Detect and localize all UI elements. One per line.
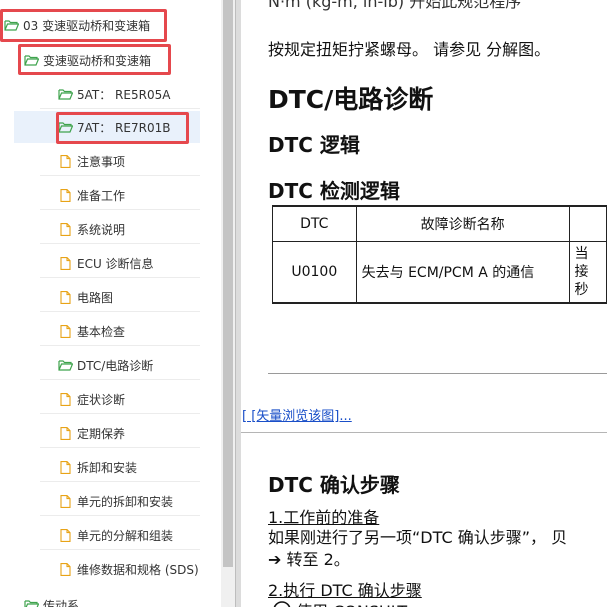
tree-item-label: 症状诊断 <box>77 392 126 407</box>
document-content: N·m (kg-m, in-lb) 开始此规范程序 按规定扭矩拧紧螺母。 请参见… <box>241 0 607 607</box>
tree-scrollbar-thumb[interactable] <box>223 0 233 567</box>
tree-item-label: 定期保养 <box>77 426 126 441</box>
tree-item-label: 变速驱动桥和变速箱 <box>43 53 152 68</box>
dtc-confirm-heading: DTC 确认步骤 <box>268 473 400 497</box>
tree-item-removal-installation[interactable]: 拆卸和安装 <box>40 452 200 482</box>
tree-item-unit-disassembly-assembly[interactable]: 单元的分解和组装 <box>40 520 200 550</box>
document-icon <box>60 324 71 338</box>
tree-item-label: 7AT： RE7R01B <box>77 120 171 135</box>
tree-item-label: 5AT： RE5R05A <box>77 87 171 102</box>
tree-item-label: 注意事项 <box>77 154 126 169</box>
tree-item-ecu-diagnosis[interactable]: ECU 诊断信息 <box>40 248 200 278</box>
navigation-tree: 03 变速驱动桥和变速箱 变速驱动桥和变速箱 5AT： RE5R05A 7AT：… <box>0 0 221 607</box>
dtc-logic-heading: DTC 逻辑 <box>268 133 360 157</box>
tree-item-preparation[interactable]: 准备工作 <box>40 180 200 210</box>
tree-item-wiring-diagram[interactable]: 电路图 <box>40 282 200 312</box>
tree-item-dtc-circuit-diagnosis[interactable]: DTC/电路诊断 <box>40 350 200 380</box>
tree-item-5at[interactable]: 5AT： RE5R05A <box>40 79 200 109</box>
folder-open-icon <box>58 88 73 100</box>
tree-item-label: ECU 诊断信息 <box>77 256 154 271</box>
table-header-condition <box>568 205 607 242</box>
folder-open-icon <box>58 359 73 371</box>
tree-item-label: 电路图 <box>77 290 114 305</box>
table-cell-condition: 当 接 秒 <box>568 241 607 304</box>
tree-item-transaxle[interactable]: 变速驱动桥和变速箱 <box>24 45 221 75</box>
document-icon <box>60 222 71 236</box>
table-header-name: 故障诊断名称 <box>355 205 570 242</box>
document-icon <box>60 188 71 202</box>
tree-item-basic-inspection[interactable]: 基本检查 <box>40 316 200 346</box>
dtc-detect-logic-heading: DTC 检测逻辑 <box>268 179 400 203</box>
tree-item-label: 拆卸和安装 <box>77 460 138 475</box>
step-2-sub-text: 使用 CONSULT <box>296 598 407 607</box>
table-cell-dtc-code: U0100 <box>272 241 357 304</box>
document-icon <box>60 426 71 440</box>
folder-open-icon <box>24 599 39 607</box>
table-cell-condition-line: 当 <box>574 246 589 262</box>
row-divider <box>40 243 200 244</box>
consult-icon <box>273 601 291 607</box>
table-cell-condition-line: 接 <box>574 264 589 280</box>
row-divider <box>40 481 200 482</box>
table-cell-condition-line: 秒 <box>574 282 589 298</box>
tree-item-label: 传动系 <box>43 598 80 607</box>
table-cell-diagnosis-name: 失去与 ECM/PCM A 的通信 <box>355 241 570 304</box>
tree-item-system-description[interactable]: 系统说明 <box>40 214 200 244</box>
tree-item-symptom-diagnosis[interactable]: 症状诊断 <box>40 384 200 414</box>
folder-open-icon <box>4 19 19 31</box>
tree-item-unit-removal-installation[interactable]: 单元的拆卸和安装 <box>40 486 200 516</box>
row-divider <box>40 413 200 414</box>
row-divider <box>40 311 200 312</box>
step-1-body: 如果刚进行了另一项“DTC 确认步骤”， 贝 <box>268 528 568 547</box>
document-icon <box>60 528 71 542</box>
tree-item-label: DTC/电路诊断 <box>77 358 154 373</box>
tree-item-service-data-specs[interactable]: 维修数据和规格 (SDS) <box>40 554 210 584</box>
step-1-goto: ➔ 转至 2。 <box>268 550 350 569</box>
document-icon <box>60 494 71 508</box>
tree-item-periodic-maintenance[interactable]: 定期保养 <box>40 418 200 448</box>
table-header-dtc: DTC <box>272 205 357 242</box>
document-icon <box>60 154 71 168</box>
section-divider <box>268 373 607 374</box>
row-divider <box>40 277 200 278</box>
step-2-sub: 使用 CONSULT <box>272 598 407 607</box>
folder-open-icon <box>24 54 39 66</box>
tree-item-label: 系统说明 <box>77 222 126 237</box>
document-icon <box>60 392 71 406</box>
dtc-table: DTC 故障诊断名称 U0100 失去与 ECM/PCM A 的通信 当 接 秒 <box>272 205 607 304</box>
tree-item-label: 维修数据和规格 (SDS) <box>77 562 199 577</box>
document-icon <box>60 562 71 576</box>
row-divider <box>40 175 200 176</box>
section-divider <box>241 432 607 433</box>
tree-item-label: 准备工作 <box>77 188 126 203</box>
document-icon <box>60 290 71 304</box>
row-divider <box>40 549 200 550</box>
tree-item-label: 单元的分解和组装 <box>77 528 174 543</box>
row-divider <box>40 379 200 380</box>
row-divider <box>40 209 200 210</box>
tree-item-label: 基本检查 <box>77 324 126 339</box>
tree-item-7at[interactable]: 7AT： RE7R01B <box>14 111 200 143</box>
page-title: DTC/电路诊断 <box>268 85 434 114</box>
row-divider <box>40 108 200 109</box>
row-divider <box>40 345 200 346</box>
document-icon <box>60 460 71 474</box>
vector-view-link[interactable]: [ [矢量浏览该图]... <box>242 405 352 424</box>
folder-open-icon <box>58 121 73 133</box>
tree-item-label: 03 变速驱动桥和变速箱 <box>23 18 151 33</box>
tree-item-precautions[interactable]: 注意事项 <box>40 146 200 176</box>
tree-item-label: 单元的拆卸和安装 <box>77 494 174 509</box>
row-divider <box>40 515 200 516</box>
row-divider <box>40 447 200 448</box>
tree-item-03-transaxle[interactable]: 03 变速驱动桥和变速箱 <box>4 10 221 40</box>
tree-item-driveline[interactable]: 传动系 <box>24 590 221 607</box>
torque-instruction: 按规定扭矩拧紧螺母。 请参见 分解图。 <box>268 40 551 59</box>
document-icon <box>60 256 71 270</box>
partial-top-line: N·m (kg-m, in-lb) 开始此规范程序 <box>268 0 522 11</box>
